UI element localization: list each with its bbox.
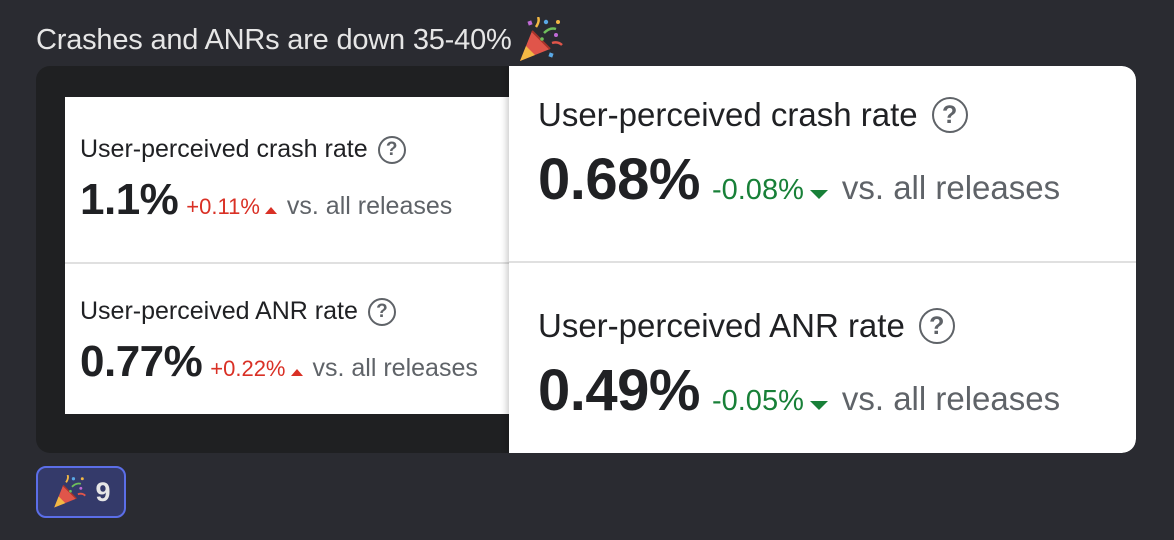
reaction-button[interactable]: 9 [36, 466, 126, 518]
crash-rate-label-row: User-perceived crash rate ? [80, 135, 406, 164]
anr-rate-compare: vs. all releases [841, 380, 1061, 417]
crash-rate-value: 1.1% [80, 175, 179, 224]
anr-rate-metric: User-perceived ANR rate ? 0.49% -0.05% v… [509, 263, 1136, 453]
current-stats-card: User-perceived crash rate ? 0.68% -0.08%… [509, 66, 1136, 453]
help-icon: ? [377, 135, 406, 164]
party-popper-icon [54, 475, 87, 508]
help-icon: ? [367, 297, 396, 326]
message-body: Crashes and ANRs are down 35-40% [36, 17, 564, 62]
anr-rate-value: 0.49% [538, 358, 700, 423]
crash-rate-delta: -0.08% [711, 174, 804, 206]
crash-rate-metric: User-perceived crash rate ? 0.68% -0.08%… [509, 66, 1136, 261]
crash-rate-label-row: User-perceived crash rate ? [538, 96, 968, 134]
crash-rate-label: User-perceived crash rate [538, 96, 918, 133]
trend-down-icon [809, 190, 828, 199]
message-text: Crashes and ANRs are down 35-40% [36, 23, 512, 56]
anr-rate-value-row: 0.49% -0.05% vs. all releases [538, 357, 1060, 424]
crash-rate-delta: +0.11% [186, 194, 260, 219]
crash-rate-value: 0.68% [538, 147, 700, 212]
reaction-count: 9 [95, 476, 111, 507]
image-attachment[interactable]: User-perceived crash rate ? 1.1% +0.11% … [36, 66, 1136, 453]
anr-rate-value: 0.77% [80, 337, 203, 386]
anr-rate-value-row: 0.77% +0.22% vs. all releases [80, 337, 478, 387]
crash-rate-metric: User-perceived crash rate ? 1.1% +0.11% … [65, 97, 525, 262]
party-popper-icon [519, 17, 563, 61]
trend-up-icon [290, 369, 303, 376]
previous-stats-card: User-perceived crash rate ? 1.1% +0.11% … [65, 97, 525, 414]
trend-up-icon [264, 207, 277, 214]
anr-rate-delta: +0.22% [210, 356, 286, 381]
anr-rate-metric: User-perceived ANR rate ? 0.77% +0.22% v… [65, 264, 525, 414]
anr-rate-label: User-perceived ANR rate [538, 307, 905, 344]
crash-rate-label: User-perceived crash rate [80, 135, 368, 163]
crash-rate-value-row: 1.1% +0.11% vs. all releases [80, 175, 452, 225]
crash-rate-value-row: 0.68% -0.08% vs. all releases [538, 146, 1060, 213]
anr-rate-label-row: User-perceived ANR rate ? [80, 297, 396, 326]
anr-rate-label: User-perceived ANR rate [80, 297, 358, 325]
anr-rate-label-row: User-perceived ANR rate ? [538, 307, 955, 345]
help-icon: ? [918, 308, 955, 344]
crash-rate-compare: vs. all releases [841, 169, 1061, 206]
anr-rate-delta: -0.05% [711, 385, 804, 417]
trend-down-icon [809, 401, 828, 410]
crash-rate-compare: vs. all releases [286, 192, 453, 220]
help-icon: ? [931, 97, 968, 133]
anr-rate-compare: vs. all releases [312, 354, 478, 382]
